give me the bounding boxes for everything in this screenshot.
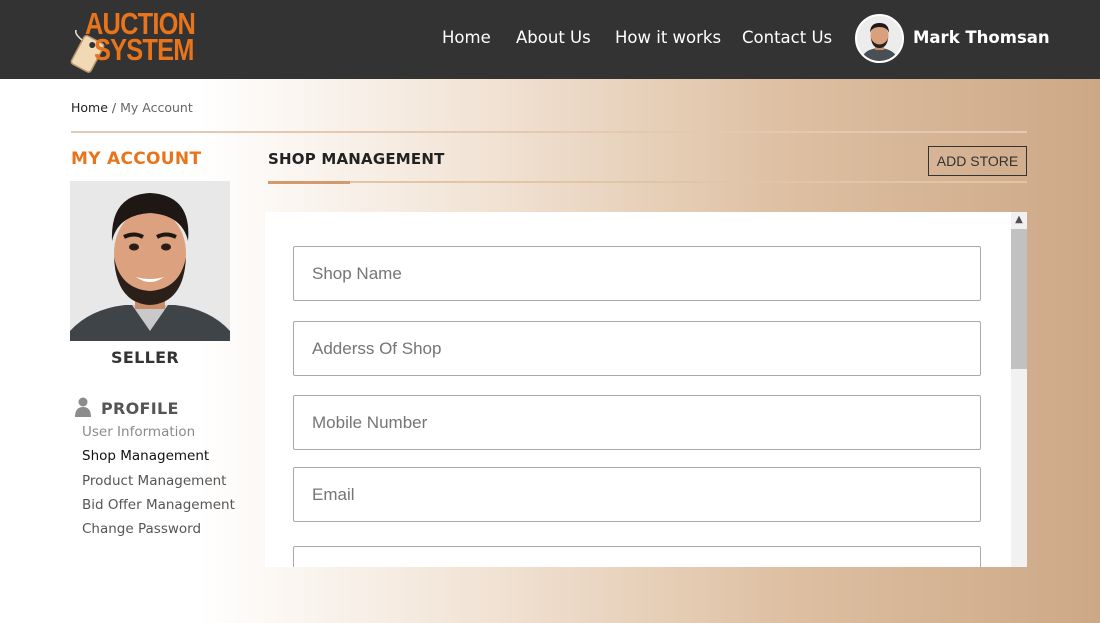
email-input[interactable] [293,467,981,522]
breadcrumb: Home / My Account [71,100,193,115]
title-divider [268,181,1027,183]
shop-name-input[interactable] [293,246,981,301]
nav-home[interactable]: Home [442,28,491,47]
add-store-button[interactable]: ADD STORE [928,146,1027,176]
shop-address-input[interactable] [293,321,981,376]
user-icon [75,397,91,417]
seller-portrait-icon [70,181,230,341]
sidebar-item-user-information[interactable]: User Information [82,424,195,440]
divider [71,131,1027,133]
breadcrumb-current: My Account [120,100,193,115]
scroll-up-arrow-icon[interactable]: ▲ [1011,212,1027,228]
user-avatar[interactable] [855,14,904,63]
additional-field-input[interactable] [293,546,981,567]
profile-photo [70,181,230,341]
user-name[interactable]: Mark Thomsan [913,28,1050,47]
sidebar-heading: MY ACCOUNT [71,149,202,169]
sidebar-item-shop-management[interactable]: Shop Management [82,448,209,464]
site-logo[interactable]: AUCTION SYSTEM [68,6,200,73]
user-portrait-icon [857,16,902,61]
breadcrumb-separator: / [111,100,117,115]
sidebar-item-product-management[interactable]: Product Management [82,473,226,489]
breadcrumb-home-link[interactable]: Home [71,100,108,115]
user-role: SELLER [111,348,179,367]
form-scrollbar[interactable]: ▲ [1011,212,1027,567]
shop-form-panel: ▲ [265,212,1027,567]
nav-how-it-works[interactable]: How it works [615,28,721,47]
profile-label: PROFILE [101,399,179,418]
page-title: SHOP MANAGEMENT [268,150,445,168]
logo-line-2: SYSTEM [94,32,194,67]
nav-contact-us[interactable]: Contact Us [742,28,832,47]
sidebar-item-bid-offer-management[interactable]: Bid Offer Management [82,497,235,513]
top-navbar: AUCTION SYSTEM Home About Us How it work… [0,0,1100,79]
sidebar-item-change-password[interactable]: Change Password [82,521,201,537]
mobile-number-input[interactable] [293,395,981,450]
title-accent-underline [268,181,350,184]
nav-about-us[interactable]: About Us [516,28,591,47]
scroll-thumb[interactable] [1011,229,1027,369]
